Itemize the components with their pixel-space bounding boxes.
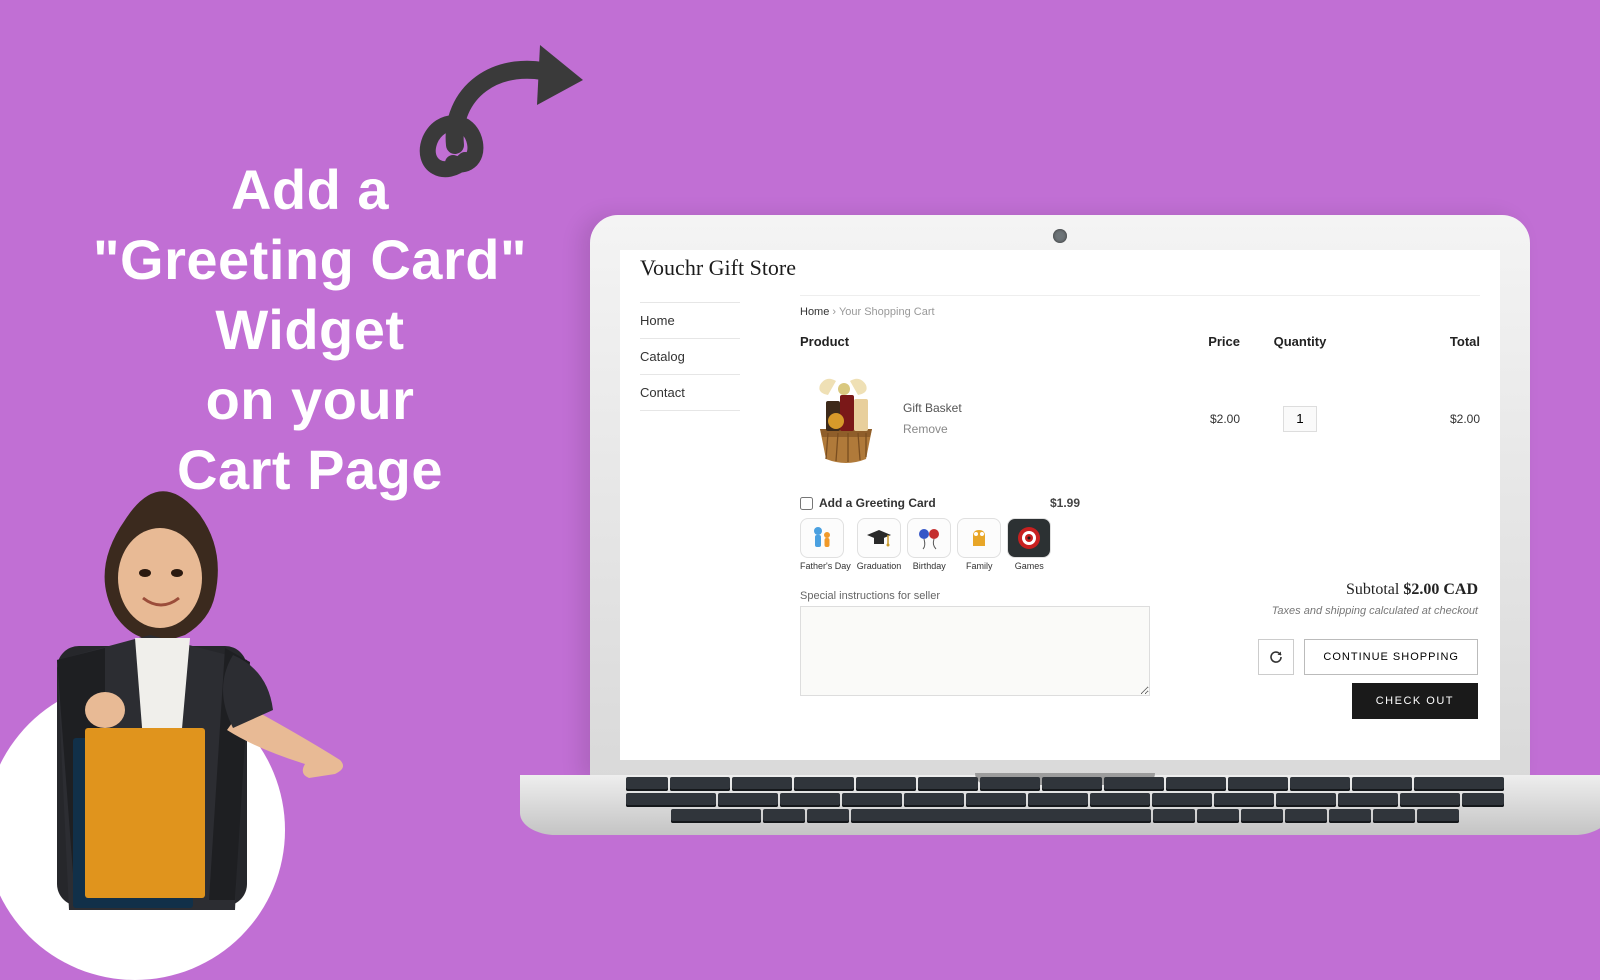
checkout-button[interactable]: CHECK OUT <box>1352 683 1478 719</box>
gc-opt-fathers[interactable]: Father's Day <box>800 518 851 571</box>
instr-label: Special instructions for seller <box>800 590 940 602</box>
product-name: Gift Basket <box>903 401 1170 415</box>
item-total: $2.00 <box>1360 412 1480 426</box>
breadcrumb: Home › Your Shopping Cart <box>800 306 1480 318</box>
qty-input[interactable] <box>1283 406 1317 432</box>
headline-l3: Widget <box>60 295 560 365</box>
nav-contact[interactable]: Contact <box>640 374 740 411</box>
webcam-icon <box>1053 229 1067 243</box>
cart-row: Gift Basket Remove $2.00 $2.00 <box>800 355 1480 482</box>
gc-checkbox[interactable] <box>800 497 813 510</box>
headline-l2: "Greeting Card" <box>60 225 560 295</box>
gc-opt-birthday[interactable]: Birthday <box>907 518 951 571</box>
gc-opt-games[interactable]: Games <box>1007 518 1051 571</box>
cart-header: Product Price Quantity Total <box>800 328 1480 355</box>
taxes-note: Taxes and shipping calculated at checkou… <box>1258 605 1478 617</box>
keyboard-icon <box>600 777 1530 831</box>
remove-link[interactable]: Remove <box>903 422 948 436</box>
gc-opt-graduation[interactable]: Graduation <box>857 518 902 571</box>
laptop-frame: Vouchr Gift Store Home Catalog Contact H… <box>520 115 1600 915</box>
gc-label: Add a Greeting Card <box>819 496 936 510</box>
store-title: Vouchr Gift Store <box>640 255 796 281</box>
greeting-card-widget: Add a Greeting Card $1.99 Father's Day G… <box>800 496 1080 571</box>
refresh-icon <box>1268 649 1284 665</box>
subtotal: Subtotal $2.00 CAD <box>1258 581 1478 599</box>
headline-l1: Add a <box>60 155 560 225</box>
headline: Add a "Greeting Card" Widget on your Car… <box>60 155 560 505</box>
nav-home[interactable]: Home <box>640 302 740 338</box>
product-image <box>800 371 895 466</box>
special-instructions: Special instructions for seller <box>800 587 1150 699</box>
presenter-woman-icon <box>0 480 355 920</box>
gc-opt-family[interactable]: Family <box>957 518 1001 571</box>
nav-catalog[interactable]: Catalog <box>640 338 740 374</box>
item-price: $2.00 <box>1170 412 1240 426</box>
side-nav: Home Catalog Contact <box>640 302 740 411</box>
gc-price: $1.99 <box>1050 496 1080 510</box>
crumb-home[interactable]: Home <box>800 306 829 318</box>
instr-textarea[interactable] <box>800 606 1150 696</box>
continue-shopping-button[interactable]: CONTINUE SHOPPING <box>1304 639 1478 675</box>
crumb-current: Your Shopping Cart <box>839 306 935 318</box>
headline-l4: on your <box>60 365 560 435</box>
refresh-button[interactable] <box>1258 639 1294 675</box>
